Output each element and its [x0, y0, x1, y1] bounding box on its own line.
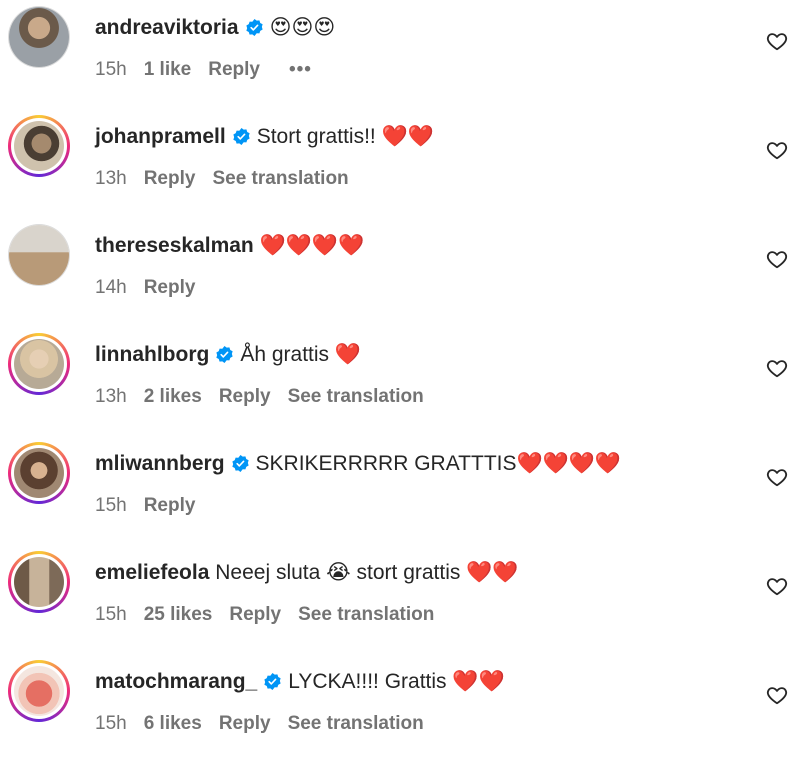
comment-text: SKRIKERRRRR GRATTTIS❤️❤️❤️❤️	[255, 452, 622, 475]
like-heart-icon[interactable]	[766, 139, 788, 161]
comment-item: johanpramell Stort grattis!! ❤️❤️ 13h Repl…	[0, 109, 800, 218]
comment-time: 15h	[95, 604, 127, 625]
see-translation-link[interactable]: See translation	[212, 168, 348, 189]
like-heart-icon[interactable]	[766, 357, 788, 379]
avatar[interactable]	[8, 115, 70, 177]
like-heart-icon[interactable]	[766, 466, 788, 488]
avatar-image	[14, 557, 64, 607]
avatar-image	[9, 7, 69, 67]
likes-count[interactable]: 1 like	[144, 59, 192, 80]
comment-item: andreaviktoria 😍😍😍 15h 1 like Reply •••	[0, 0, 800, 109]
comment-time: 13h	[95, 386, 127, 407]
comment-time: 15h	[95, 713, 127, 734]
verified-badge-icon	[264, 672, 281, 691]
comment-time: 15h	[95, 59, 127, 80]
username-link[interactable]: matochmarang_	[95, 670, 257, 693]
comment-item: matochmarang_ LYCKA!!!! Grattis ❤️❤️ 15h 6…	[0, 654, 800, 763]
comment-item: linnahlborg Åh grattis ❤️ 13h 2 likes Reply…	[0, 327, 800, 436]
comment-text: 😍😍😍	[269, 16, 336, 39]
likes-count[interactable]: 2 likes	[144, 386, 202, 407]
comment-line: linnahlborg Åh grattis ❤️	[95, 341, 740, 369]
avatar-image	[9, 225, 69, 285]
like-heart-icon[interactable]	[766, 684, 788, 706]
username-link[interactable]: mliwannberg	[95, 452, 225, 475]
avatar[interactable]	[8, 442, 70, 504]
see-translation-link[interactable]: See translation	[288, 713, 424, 734]
comment-item: emeliefeola Neeej sluta 😭 stort grattis …	[0, 545, 800, 654]
comment-meta: 13h Reply See translation	[95, 167, 366, 191]
reply-button[interactable]: Reply	[229, 604, 281, 625]
reply-button[interactable]: Reply	[208, 59, 260, 80]
comment-meta: 13h 2 likes Reply See translation	[95, 385, 441, 409]
avatar[interactable]	[8, 224, 70, 286]
more-options-icon[interactable]: •••	[289, 59, 312, 80]
comment-item: thereseskalman ❤️❤️❤️❤️ 14h Reply	[0, 218, 800, 327]
comment-line: andreaviktoria 😍😍😍	[95, 14, 740, 42]
comment-line: mliwannberg SKRIKERRRRR GRATTTIS❤️❤️❤️❤️	[95, 450, 740, 478]
comment-meta: 15h 1 like Reply •••	[95, 58, 329, 82]
username-link[interactable]: johanpramell	[95, 125, 226, 148]
comment-text: Stort grattis!! ❤️❤️	[256, 125, 434, 148]
comment-time: 13h	[95, 168, 127, 189]
avatar[interactable]	[8, 6, 70, 68]
avatar-image	[14, 448, 64, 498]
verified-badge-icon	[231, 454, 249, 473]
reply-button[interactable]: Reply	[144, 495, 196, 516]
verified-badge-icon	[245, 18, 263, 37]
comment-meta: 14h Reply	[95, 276, 212, 300]
comment-line: thereseskalman ❤️❤️❤️❤️	[95, 232, 740, 260]
see-translation-link[interactable]: See translation	[288, 386, 424, 407]
reply-button[interactable]: Reply	[219, 386, 271, 407]
like-heart-icon[interactable]	[766, 248, 788, 270]
comment-meta: 15h Reply	[95, 494, 212, 518]
verified-badge-icon	[233, 127, 250, 146]
avatar[interactable]	[8, 660, 70, 722]
comment-meta: 15h 6 likes Reply See translation	[95, 712, 441, 736]
comment-text: Åh grattis ❤️	[240, 343, 362, 366]
comment-line: johanpramell Stort grattis!! ❤️❤️	[95, 123, 740, 151]
likes-count[interactable]: 6 likes	[144, 713, 202, 734]
comment-line: matochmarang_ LYCKA!!!! Grattis ❤️❤️	[95, 668, 740, 696]
see-translation-link[interactable]: See translation	[298, 604, 434, 625]
avatar-image	[14, 121, 64, 171]
comment-line: emeliefeola Neeej sluta 😭 stort grattis …	[95, 559, 740, 587]
comment-text: ❤️❤️❤️❤️	[259, 234, 365, 257]
comment-meta: 15h 25 likes Reply See translation	[95, 603, 451, 627]
like-heart-icon[interactable]	[766, 30, 788, 52]
username-link[interactable]: emeliefeola	[95, 561, 209, 584]
avatar-image	[14, 339, 64, 389]
avatar[interactable]	[8, 333, 70, 395]
verified-badge-icon	[216, 345, 233, 364]
username-link[interactable]: andreaviktoria	[95, 16, 239, 39]
username-link[interactable]: thereseskalman	[95, 234, 254, 257]
comment-text: LYCKA!!!! Grattis ❤️❤️	[288, 670, 505, 693]
avatar[interactable]	[8, 551, 70, 613]
like-heart-icon[interactable]	[766, 575, 788, 597]
username-link[interactable]: linnahlborg	[95, 343, 209, 366]
reply-button[interactable]: Reply	[144, 277, 196, 298]
comment-time: 14h	[95, 277, 127, 298]
comment-list: andreaviktoria 😍😍😍 15h 1 like Reply ••• joha…	[0, 0, 800, 766]
comment-time: 15h	[95, 495, 127, 516]
reply-button[interactable]: Reply	[219, 713, 271, 734]
comment-item: mliwannberg SKRIKERRRRR GRATTTIS❤️❤️❤️❤️ …	[0, 436, 800, 545]
reply-button[interactable]: Reply	[144, 168, 196, 189]
likes-count[interactable]: 25 likes	[144, 604, 213, 625]
avatar-image	[14, 666, 64, 716]
comment-text: Neeej sluta 😭 stort grattis ❤️❤️	[215, 561, 519, 584]
